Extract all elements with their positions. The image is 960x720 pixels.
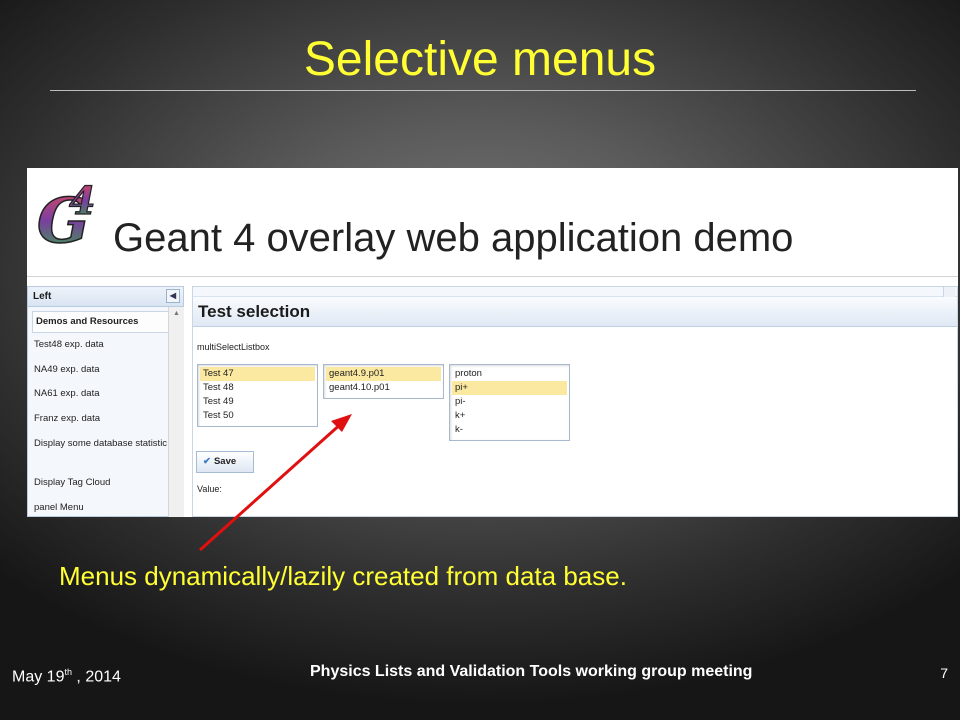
g4-logo: G 4 [36, 177, 96, 254]
list-item[interactable]: pi+ [452, 381, 567, 395]
app-header: G 4 Geant 4 overlay web application demo [27, 168, 958, 278]
chevron-left-icon[interactable]: ◀ [166, 289, 180, 303]
listbox-label: multiSelectListbox [197, 342, 270, 352]
main-topbar [193, 287, 957, 297]
app-title: Geant 4 overlay web application demo [113, 216, 794, 260]
left-panel: Left ◀ Demos and Resources Test48 exp. d… [27, 286, 184, 517]
tests-listbox[interactable]: Test 47 Test 48 Test 49 Test 50 [197, 364, 318, 427]
save-button[interactable]: ✔ Save [196, 451, 254, 473]
footer-date: May 19th , 2014 [12, 667, 121, 686]
list-item[interactable]: Test 49 [200, 395, 315, 409]
slide-caption: Menus dynamically/lazily created from da… [59, 561, 627, 591]
list-item[interactable]: Test 50 [200, 409, 315, 423]
footer-meeting: Physics Lists and Validation Tools worki… [310, 663, 753, 680]
left-panel-scrollbar[interactable]: ▲ [168, 307, 184, 517]
list-item[interactable]: k+ [452, 409, 567, 423]
list-item[interactable]: Test 48 [200, 381, 315, 395]
sidebar-item-test48[interactable]: Test48 exp. data [28, 333, 183, 358]
value-label: Value: [197, 484, 222, 494]
left-panel-header: Left ◀ [28, 287, 183, 307]
slide-title: Selective menus [303, 33, 657, 86]
sidebar-item-demos[interactable]: Demos and Resources [32, 311, 179, 333]
sidebar-item-franz[interactable]: Franz exp. data [28, 407, 183, 432]
svg-text:4: 4 [69, 178, 95, 223]
panel-toggle-button[interactable] [943, 287, 955, 297]
save-button-label: Save [213, 456, 237, 467]
list-item[interactable]: Test 47 [200, 367, 315, 381]
footer-date-sup: th [64, 667, 72, 677]
scroll-up-icon[interactable]: ▲ [169, 307, 184, 321]
left-panel-title: Left [33, 291, 52, 302]
versions-listbox[interactable]: geant4.9.p01 geant4.10.p01 [323, 364, 444, 399]
list-item[interactable]: k- [452, 423, 567, 437]
sidebar-item-tag-cloud[interactable]: Display Tag Cloud [28, 471, 183, 496]
list-item[interactable]: proton [452, 367, 567, 381]
list-item[interactable]: pi- [452, 395, 567, 409]
particles-listbox[interactable]: proton pi+ pi- k+ k- [449, 364, 570, 441]
main-panel: Test selection multiSelectListbox Test 4… [192, 286, 958, 517]
list-item[interactable]: geant4.9.p01 [326, 367, 441, 381]
page-number: 7 [940, 665, 948, 681]
check-icon: ✔ [203, 456, 211, 467]
footer-date-suffix: , 2014 [71, 668, 121, 686]
sidebar-item-db-statistic[interactable]: Display some database statistic [28, 431, 183, 471]
sidebar-item-na61[interactable]: NA61 exp. data [28, 382, 183, 407]
header-divider [27, 276, 958, 277]
footer-date-prefix: May 19 [12, 668, 65, 686]
app-screenshot: G 4 Geant 4 overlay web application demo… [27, 168, 958, 517]
title-divider [50, 90, 916, 91]
sidebar-item-na49[interactable]: NA49 exp. data [28, 358, 183, 383]
sidebar-item-panel-menu[interactable]: panel Menu [28, 496, 183, 518]
test-selection-header: Test selection [193, 297, 957, 327]
list-item[interactable]: geant4.10.p01 [326, 381, 441, 395]
